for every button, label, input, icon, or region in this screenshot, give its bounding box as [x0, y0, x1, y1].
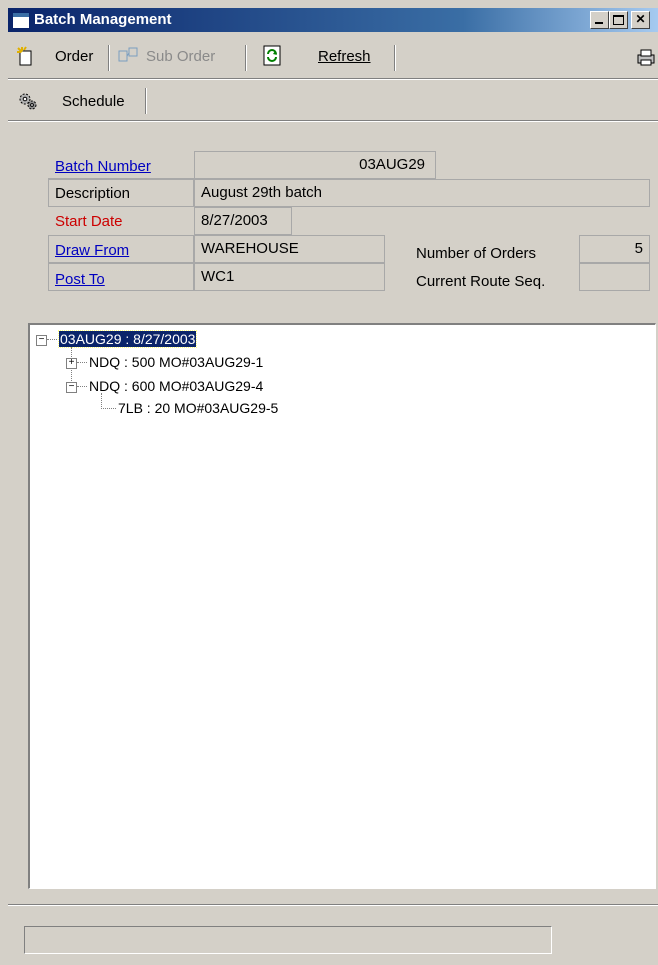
- toolbar-separator: [245, 45, 247, 71]
- window-title: Batch Management: [34, 11, 172, 28]
- sub-order-button[interactable]: Sub Order: [146, 48, 215, 65]
- status-bar: [24, 926, 552, 954]
- new-order-icon: [17, 46, 32, 66]
- tree-node[interactable]: 7LB : 20 MO#03AUG29-5: [118, 400, 278, 416]
- tree-connector: [101, 393, 116, 409]
- toolbar-separator: [108, 45, 110, 71]
- collapse-toggle-icon[interactable]: −: [66, 382, 77, 393]
- tree-connector: [47, 339, 57, 340]
- toolbar-divider: [8, 78, 658, 80]
- current-route-seq-field: [579, 263, 650, 291]
- minimize-button[interactable]: [590, 11, 609, 29]
- toolbar-separator: [145, 88, 147, 114]
- schedule-toolbar: Schedule: [8, 86, 658, 118]
- collapse-toggle-icon[interactable]: −: [36, 335, 47, 346]
- start-date-field[interactable]: 8/27/2003: [194, 207, 292, 235]
- post-to-field[interactable]: WC1: [194, 263, 385, 291]
- tree-node[interactable]: NDQ : 500 MO#03AUG29-1: [89, 354, 263, 370]
- refresh-button[interactable]: Refresh: [318, 48, 371, 65]
- draw-from-field[interactable]: WAREHOUSE: [194, 235, 385, 263]
- description-row: [48, 179, 194, 207]
- print-icon[interactable]: [636, 48, 656, 66]
- schedule-button[interactable]: Schedule: [62, 93, 125, 110]
- tree-connector: [77, 386, 87, 387]
- maximize-button[interactable]: [609, 11, 628, 29]
- sub-order-icon: [118, 47, 138, 62]
- toolbar-divider: [8, 120, 658, 122]
- toolbar-separator: [394, 45, 396, 71]
- batch-number-row: [48, 151, 194, 179]
- order-button[interactable]: Order: [55, 48, 93, 65]
- close-icon: ✕: [635, 12, 646, 26]
- batch-management-window: Batch Management ✕ Order Sub Order Refre…: [8, 8, 658, 965]
- description-field[interactable]: August 29th batch: [194, 179, 650, 207]
- current-route-seq-label: Current Route Seq.: [416, 273, 546, 290]
- start-date-label: Start Date: [55, 213, 123, 230]
- status-divider: [8, 904, 658, 906]
- tree-node-root[interactable]: 03AUG29 : 8/27/2003: [57, 330, 198, 348]
- main-toolbar: Order Sub Order Refresh: [8, 34, 658, 74]
- draw-from-row: [48, 235, 194, 263]
- window-app-icon: [12, 12, 30, 29]
- batch-tree-view[interactable]: − 03AUG29 : 8/27/2003 + NDQ : 500 MO#03A…: [28, 323, 656, 889]
- post-to-row: [48, 263, 194, 291]
- title-bar[interactable]: Batch Management ✕: [8, 8, 658, 32]
- tree-connector: [77, 362, 87, 363]
- batch-number-field[interactable]: 03AUG29: [194, 151, 436, 179]
- tree-node[interactable]: NDQ : 600 MO#03AUG29-4: [89, 378, 263, 394]
- number-of-orders-label: Number of Orders: [416, 245, 537, 262]
- minimize-icon: [595, 22, 603, 24]
- gears-icon: [19, 93, 37, 110]
- close-button[interactable]: ✕: [631, 11, 650, 29]
- number-of-orders-field: 5: [579, 235, 650, 263]
- maximize-icon: [613, 15, 624, 25]
- refresh-icon: [263, 45, 281, 66]
- expand-toggle-icon[interactable]: +: [66, 358, 77, 369]
